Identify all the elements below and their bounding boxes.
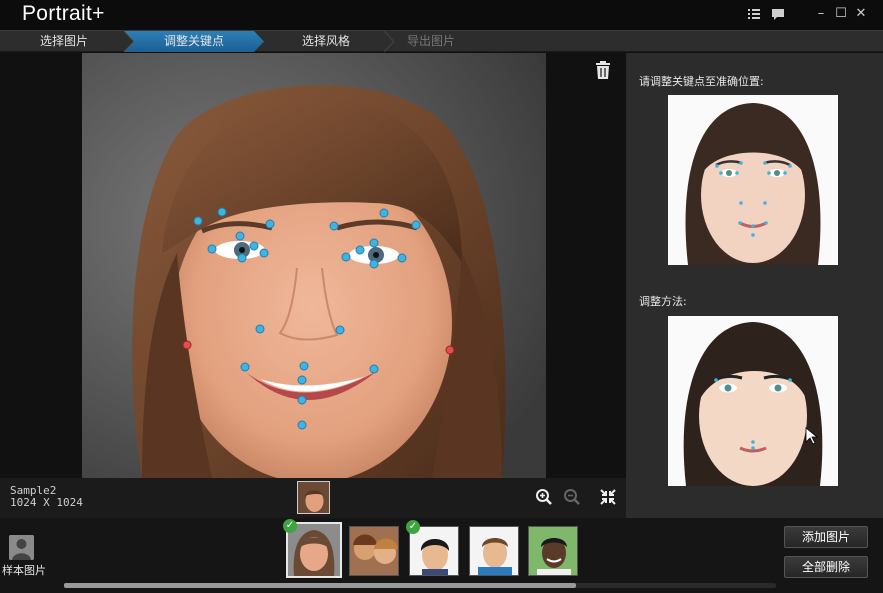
delete-all-button[interactable]: 全部删除	[784, 556, 868, 578]
canvas-margin-left	[0, 53, 82, 478]
canvas-margin-right	[546, 53, 626, 478]
thumbnail-item[interactable]	[528, 526, 578, 576]
close-button[interactable]: ✕	[853, 5, 869, 23]
zoom-out-icon[interactable]	[563, 488, 581, 506]
thumbnail-scrollbar-thumb[interactable]	[64, 583, 576, 588]
maximize-button[interactable]: ☐	[833, 5, 849, 23]
user-icon[interactable]	[9, 535, 34, 560]
step-adjust-keypoints[interactable]: 调整关键点	[124, 31, 264, 52]
step-separator	[384, 31, 394, 52]
check-icon: ✓	[283, 519, 297, 533]
image-size: 1024 X 1024	[10, 496, 83, 509]
add-image-button[interactable]: 添加图片	[784, 526, 868, 548]
sample-library-label[interactable]: 样本图片	[2, 562, 46, 578]
list-icon[interactable]	[746, 5, 762, 23]
chat-icon[interactable]	[770, 5, 786, 23]
app-title: Portrait+	[22, 2, 105, 25]
check-icon: ✓	[406, 520, 420, 534]
instruction-text: 请调整关键点至准确位置:	[639, 75, 764, 88]
method-label: 调整方法:	[639, 295, 687, 308]
photo-canvas[interactable]	[82, 53, 546, 478]
zoom-in-icon[interactable]	[535, 488, 553, 506]
thumbnail-item[interactable]	[409, 526, 459, 576]
thumbnail-item[interactable]	[349, 526, 399, 576]
reference-keypoints-image	[668, 95, 838, 265]
navigator-thumbnail[interactable]	[297, 481, 330, 514]
step-bar: 选择图片 调整关键点 选择风格 导出图片	[0, 30, 883, 52]
fit-screen-icon[interactable]	[599, 488, 617, 506]
step-select-image[interactable]: 选择图片	[0, 31, 128, 52]
step-select-style[interactable]: 选择风格	[262, 31, 390, 52]
reference-method-image	[668, 316, 838, 486]
step-separator	[124, 31, 134, 52]
thumbnail-item[interactable]	[469, 526, 519, 576]
minimize-button[interactable]: –	[813, 5, 829, 23]
trash-icon[interactable]	[594, 60, 612, 80]
